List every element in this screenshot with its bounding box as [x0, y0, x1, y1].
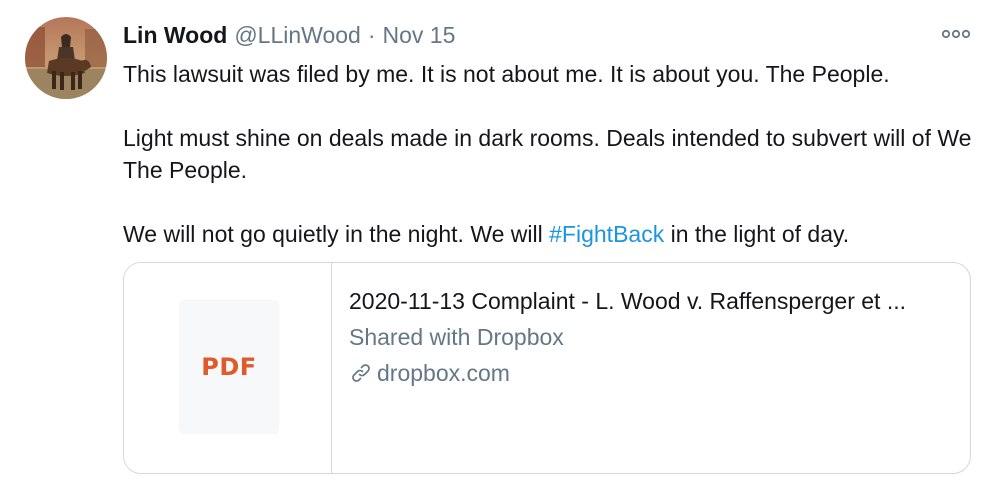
tweet-text: This lawsuit was filed by me. It is not … — [123, 58, 973, 250]
card-domain-text: dropbox.com — [377, 360, 510, 386]
more-options-icon[interactable] — [938, 24, 974, 44]
card-description: Shared with Dropbox — [349, 324, 564, 350]
tweet: Lin Wood @LLinWood · Nov 15 This lawsuit… — [0, 0, 1000, 488]
tweet-paragraph-1: This lawsuit was filed by me. It is not … — [123, 61, 890, 87]
tweet-date[interactable]: Nov 15 — [383, 22, 456, 49]
pdf-label: PDF — [201, 353, 257, 381]
author-handle[interactable]: @LLinWood — [234, 22, 361, 49]
card-info: 2020-11-13 Complaint - L. Wood v. Raffen… — [332, 263, 970, 473]
tweet-paragraph-3-end: in the light of day. — [664, 221, 850, 247]
tweet-paragraph-3-start: We will not go quietly in the night. We … — [123, 221, 550, 247]
avatar[interactable] — [25, 17, 107, 99]
author-display-name[interactable]: Lin Wood — [123, 22, 227, 49]
tweet-header: Lin Wood @LLinWood · Nov 15 — [123, 18, 455, 52]
hashtag-link[interactable]: #FightBack — [549, 221, 664, 247]
avatar-image — [25, 17, 107, 99]
tweet-paragraph-3: We will not go quietly in the night. We … — [123, 218, 973, 250]
header-separator: · — [367, 21, 376, 48]
tweet-paragraph-2: Light must shine on deals made in dark r… — [123, 125, 972, 183]
link-card[interactable]: PDF 2020-11-13 Complaint - L. Wood v. Ra… — [123, 262, 971, 474]
card-thumbnail: PDF — [124, 263, 332, 473]
link-icon — [349, 361, 373, 385]
card-title: 2020-11-13 Complaint - L. Wood v. Raffen… — [349, 288, 906, 314]
card-domain: dropbox.com — [349, 357, 970, 389]
pdf-document-icon: PDF — [180, 301, 278, 433]
